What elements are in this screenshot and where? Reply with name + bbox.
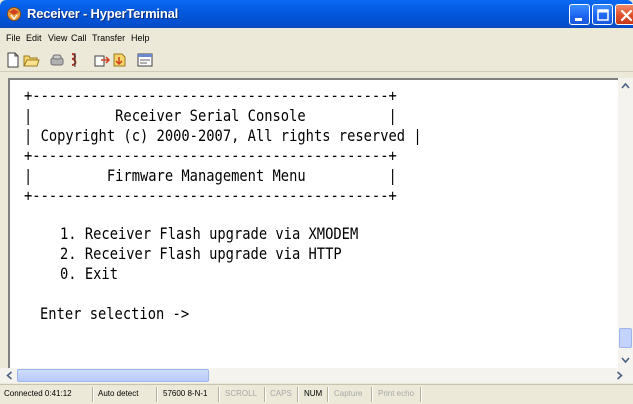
- disconnect-icon[interactable]: [66, 51, 84, 69]
- menu-option-0: 0. Exit: [60, 264, 118, 283]
- toolbar: [0, 48, 633, 72]
- open-icon[interactable]: [22, 51, 40, 69]
- horizontal-scroll-thumb[interactable]: [17, 369, 209, 382]
- phone-icon[interactable]: [48, 51, 66, 69]
- status-divider: [327, 387, 328, 402]
- scroll-up-icon[interactable]: [618, 78, 633, 93]
- vertical-scroll-thumb[interactable]: [619, 328, 632, 348]
- scroll-down-icon[interactable]: [618, 353, 633, 368]
- vertical-scrollbar[interactable]: [618, 78, 633, 368]
- status-divider: [92, 387, 93, 402]
- status-scroll: SCROLL: [225, 389, 258, 398]
- menu-file[interactable]: File: [6, 32, 21, 44]
- status-divider: [420, 387, 421, 402]
- hyperterminal-app-icon[interactable]: [6, 6, 22, 22]
- status-bar: Connected 0:41:12 Auto detect 57600 8-N-…: [0, 384, 633, 404]
- status-print-echo: Print echo: [378, 389, 415, 398]
- status-divider: [264, 387, 265, 402]
- status-divider: [218, 387, 219, 402]
- horizontal-scrollbar[interactable]: [0, 368, 633, 383]
- minimize-button[interactable]: [569, 4, 590, 25]
- banner-copyright: | Copyright (c) 2000-2007, All rights re…: [24, 126, 422, 145]
- terminal-screen[interactable]: +---------------------------------------…: [8, 78, 618, 368]
- status-detect: Auto detect: [98, 389, 139, 398]
- maximize-button[interactable]: [592, 4, 613, 25]
- status-capture: Capture: [334, 389, 363, 398]
- close-button[interactable]: [615, 4, 633, 25]
- properties-icon[interactable]: [136, 51, 154, 69]
- banner-title: | Receiver Serial Console |: [24, 106, 397, 125]
- status-num: NUM: [304, 389, 323, 398]
- menu-option-2: 2. Receiver Flash upgrade via HTTP: [60, 244, 342, 263]
- status-divider: [297, 387, 298, 402]
- banner-border-top: +---------------------------------------…: [24, 86, 397, 105]
- minimize-icon: [575, 18, 582, 21]
- menu-border-bottom: +---------------------------------------…: [24, 186, 397, 205]
- title-bar[interactable]: Receiver - HyperTerminal: [0, 0, 633, 28]
- status-divider: [156, 387, 157, 402]
- status-divider: [371, 387, 372, 402]
- scroll-left-icon[interactable]: [2, 368, 17, 383]
- scroll-right-icon[interactable]: [612, 368, 627, 383]
- status-connected: Connected 0:41:12: [4, 389, 72, 398]
- menu-help[interactable]: Help: [131, 32, 150, 44]
- window-title: Receiver - HyperTerminal: [27, 6, 179, 21]
- status-caps: CAPS: [270, 389, 292, 398]
- menu-border-top: +---------------------------------------…: [24, 146, 397, 165]
- menu-option-1: 1. Receiver Flash upgrade via XMODEM: [60, 224, 359, 243]
- menu-call[interactable]: Call: [71, 32, 87, 44]
- menu-bar: File Edit View Call Transfer Help: [0, 28, 633, 48]
- maximize-icon: [597, 9, 609, 21]
- close-icon: [620, 9, 633, 22]
- selection-prompt: Enter selection ->: [40, 304, 190, 323]
- menu-view[interactable]: View: [48, 32, 67, 44]
- hyperterminal-window: Receiver - HyperTerminal File Edit View …: [0, 0, 633, 404]
- menu-edit[interactable]: Edit: [26, 32, 42, 44]
- menu-title: | Firmware Management Menu |: [24, 166, 397, 185]
- receive-icon[interactable]: [111, 51, 129, 69]
- menu-transfer[interactable]: Transfer: [92, 32, 125, 44]
- new-icon[interactable]: [4, 51, 22, 69]
- status-port-settings: 57600 8-N-1: [163, 389, 208, 398]
- send-icon[interactable]: [93, 51, 111, 69]
